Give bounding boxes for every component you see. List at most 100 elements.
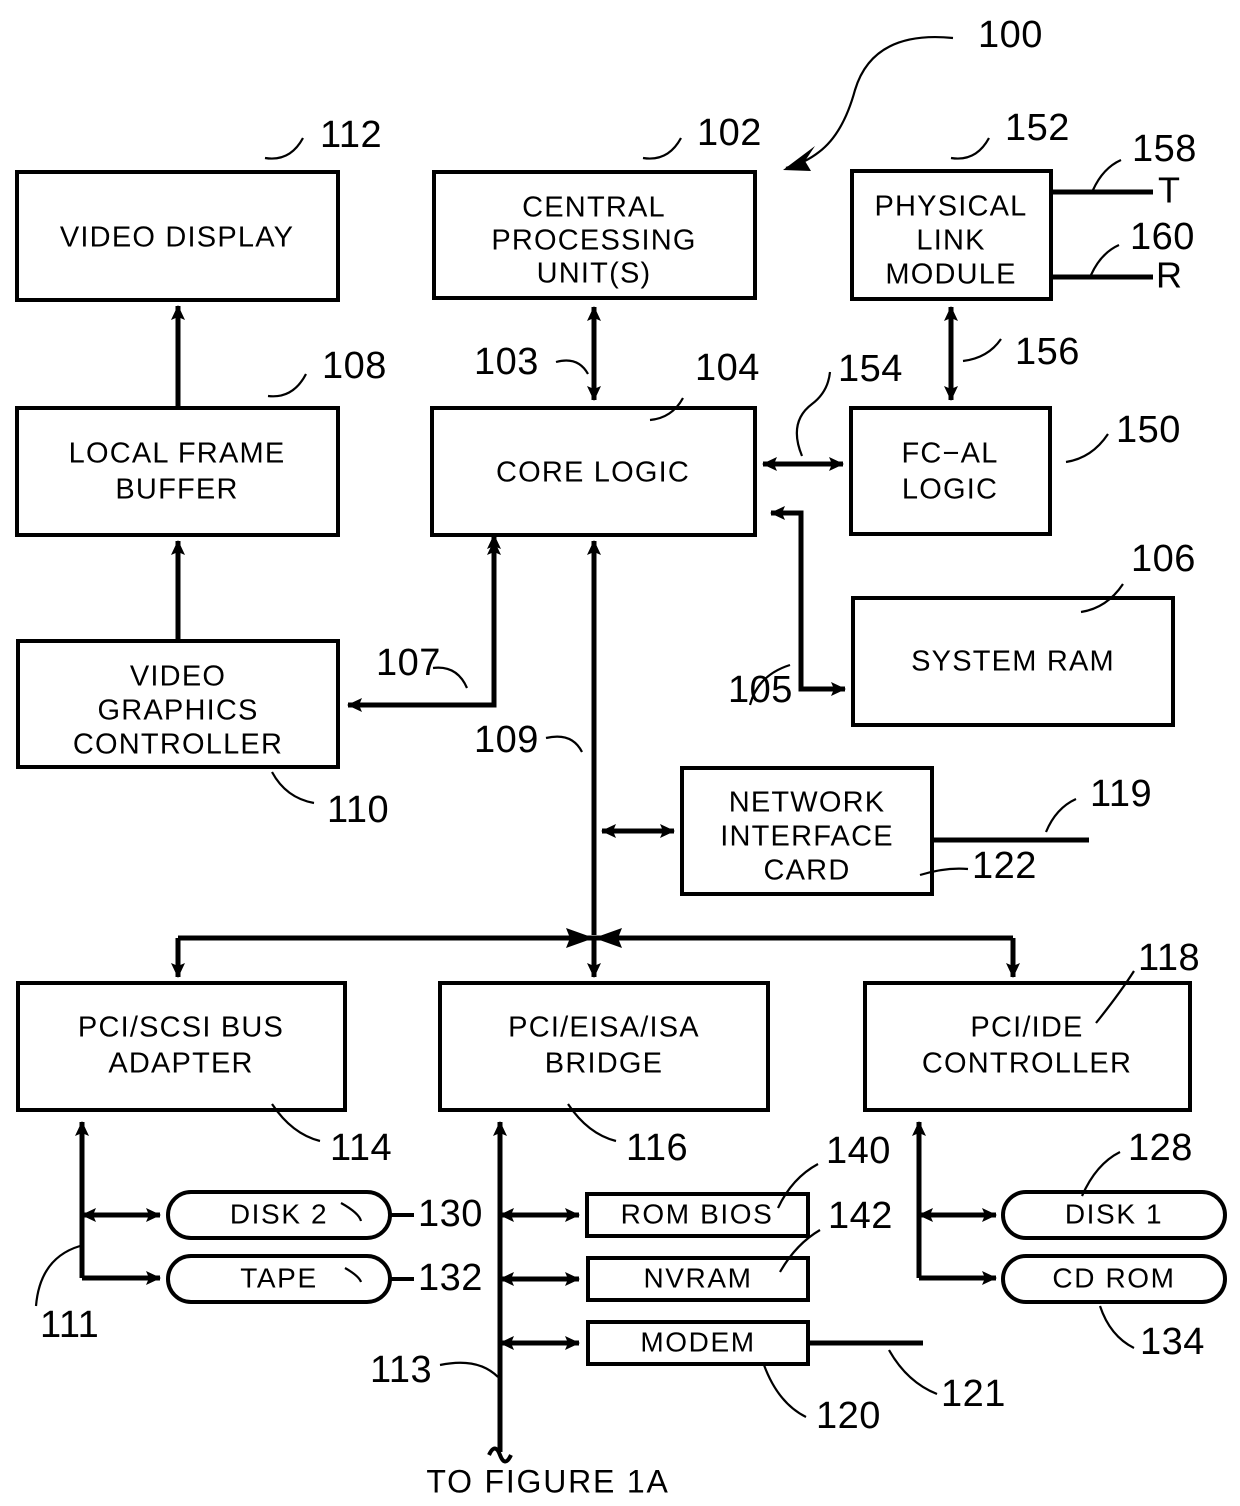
ref-152: 152 xyxy=(1005,107,1070,149)
disk1-label: DISK 1 xyxy=(1065,1198,1163,1229)
ref-108: 108 xyxy=(322,345,387,387)
rom-bios-label: ROM BIOS xyxy=(621,1198,774,1229)
leader-102 xyxy=(642,137,682,160)
ref-150: 150 xyxy=(1116,409,1181,451)
fcal-logic-label-line1: FC−AL xyxy=(901,438,998,470)
ref-119: 119 xyxy=(1090,773,1152,815)
ref-130: 130 xyxy=(418,1193,483,1235)
block-network-interface-card[interactable]: NETWORK INTERFACE CARD xyxy=(680,766,934,896)
ref-142: 142 xyxy=(828,1195,893,1237)
ref-100: 100 xyxy=(978,14,1043,56)
block-pci-scsi-adapter[interactable]: PCI/SCSI BUS ADAPTER xyxy=(16,981,347,1112)
figure-caption: TO FIGURE 1A xyxy=(426,1463,669,1499)
leader-134 xyxy=(1098,1305,1135,1349)
ref-106: 106 xyxy=(1131,538,1196,580)
local-frame-buffer-label-line1: LOCAL FRAME xyxy=(69,438,286,470)
physical-link-label-line2: LINK xyxy=(916,225,985,257)
patent-figure-page: VIDEO DISPLAY CENTRAL PROCESSING UNIT(S)… xyxy=(0,0,1240,1506)
tape-label: TAPE xyxy=(240,1262,317,1293)
system-ram-label: SYSTEM RAM xyxy=(911,646,1115,678)
ref-121: 121 xyxy=(941,1373,1006,1415)
block-pci-eisa-isa-bridge[interactable]: PCI/EISA/ISA BRIDGE xyxy=(438,981,770,1112)
leader-113 xyxy=(439,1361,499,1378)
leader-160 xyxy=(1089,243,1120,276)
physical-link-label-line1: PHYSICAL xyxy=(874,191,1027,223)
vgc-label-line1: VIDEO xyxy=(130,661,226,693)
cdrom-label: CD ROM xyxy=(1052,1262,1175,1293)
ref-113: 113 xyxy=(370,1349,432,1391)
block-pci-ide-controller[interactable]: PCI/IDE CONTROLLER xyxy=(863,981,1192,1112)
peripheral-modem[interactable]: MODEM xyxy=(586,1320,810,1366)
ref-110: 110 xyxy=(327,789,389,831)
leader-158 xyxy=(1091,158,1122,191)
vgc-label-line3: CONTROLLER xyxy=(73,729,283,761)
ref-140: 140 xyxy=(826,1130,891,1172)
cpu-label-line2: PROCESSING xyxy=(491,225,696,257)
nic-label-line2: INTERFACE xyxy=(720,821,894,853)
leader-108 xyxy=(267,373,307,398)
block-fcal-logic[interactable]: FC−AL LOGIC xyxy=(849,406,1052,536)
ref-154: 154 xyxy=(838,348,903,390)
leader-109 xyxy=(545,735,583,753)
leader-150 xyxy=(1065,433,1109,464)
peripheral-rom-bios[interactable]: ROM BIOS xyxy=(585,1192,810,1238)
peripheral-nvram[interactable]: NVRAM xyxy=(586,1256,810,1302)
ref-114: 114 xyxy=(330,1127,392,1169)
ref-107: 107 xyxy=(376,642,441,684)
local-frame-buffer-label-line2: BUFFER xyxy=(115,474,238,506)
block-diagram: VIDEO DISPLAY CENTRAL PROCESSING UNIT(S)… xyxy=(15,14,1227,1499)
block-cpu[interactable]: CENTRAL PROCESSING UNIT(S) xyxy=(432,170,757,300)
ref-105: 105 xyxy=(728,669,793,711)
physical-link-label-line3: MODULE xyxy=(885,259,1016,291)
block-physical-link-module[interactable]: PHYSICAL LINK MODULE xyxy=(850,169,1053,301)
leader-121 xyxy=(888,1349,938,1396)
ref-109: 109 xyxy=(474,719,539,761)
ref-128: 128 xyxy=(1128,1127,1193,1169)
ref-111: 111 xyxy=(40,1304,99,1346)
core-logic-label: CORE LOGIC xyxy=(496,457,690,489)
figure-reference-arrow xyxy=(783,36,954,171)
ref-118: 118 xyxy=(1138,937,1200,979)
ref-122: 122 xyxy=(972,845,1037,887)
pci-eisa-label-line2: BRIDGE xyxy=(545,1048,663,1080)
ref-132: 132 xyxy=(418,1257,483,1299)
ref-112: 112 xyxy=(320,114,382,156)
wire-pci-distribution-bus xyxy=(171,928,1020,978)
block-video-display[interactable]: VIDEO DISPLAY xyxy=(15,170,340,302)
peripheral-tape[interactable]: TAPE xyxy=(166,1254,392,1304)
wire-isa-bus xyxy=(487,1121,580,1464)
ref-120: 120 xyxy=(816,1395,881,1437)
leader-156 xyxy=(962,338,1002,363)
pci-scsi-label-line2: ADAPTER xyxy=(108,1048,253,1080)
terminal-transmit: T xyxy=(1158,170,1180,211)
fcal-logic-label-line2: LOGIC xyxy=(902,474,998,506)
modem-label: MODEM xyxy=(640,1326,755,1357)
block-local-frame-buffer[interactable]: LOCAL FRAME BUFFER xyxy=(15,406,340,537)
wire-core-logic-system-ram xyxy=(770,506,846,696)
leader-128 xyxy=(1080,1151,1121,1197)
wire-scsi-bus xyxy=(75,1121,161,1285)
pci-ide-label-line2: CONTROLLER xyxy=(922,1048,1132,1080)
leader-110 xyxy=(271,771,315,805)
terminal-receive: R xyxy=(1156,255,1182,296)
leader-154 xyxy=(795,371,832,457)
disk2-label: DISK 2 xyxy=(230,1198,328,1229)
leader-112 xyxy=(264,137,304,160)
pci-ide-label-line1: PCI/IDE xyxy=(970,1012,1083,1044)
ref-158: 158 xyxy=(1132,128,1197,170)
ref-104: 104 xyxy=(695,347,760,389)
vgc-label-line2: GRAPHICS xyxy=(97,695,258,727)
block-system-ram[interactable]: SYSTEM RAM xyxy=(851,596,1175,727)
leader-152 xyxy=(950,137,990,160)
block-core-logic[interactable]: CORE LOGIC xyxy=(430,406,757,537)
ref-116: 116 xyxy=(626,1127,688,1169)
leader-120 xyxy=(762,1364,807,1418)
cpu-label-line1: CENTRAL xyxy=(522,192,666,224)
wire-ide-bus xyxy=(912,1121,997,1285)
peripheral-disk1[interactable]: DISK 1 xyxy=(1001,1190,1227,1240)
ref-102: 102 xyxy=(697,112,762,154)
nic-label-line3: CARD xyxy=(764,855,851,887)
nvram-label: NVRAM xyxy=(643,1262,752,1293)
peripheral-cdrom[interactable]: CD ROM xyxy=(1001,1254,1227,1304)
block-video-graphics-controller[interactable]: VIDEO GRAPHICS CONTROLLER xyxy=(16,639,340,769)
